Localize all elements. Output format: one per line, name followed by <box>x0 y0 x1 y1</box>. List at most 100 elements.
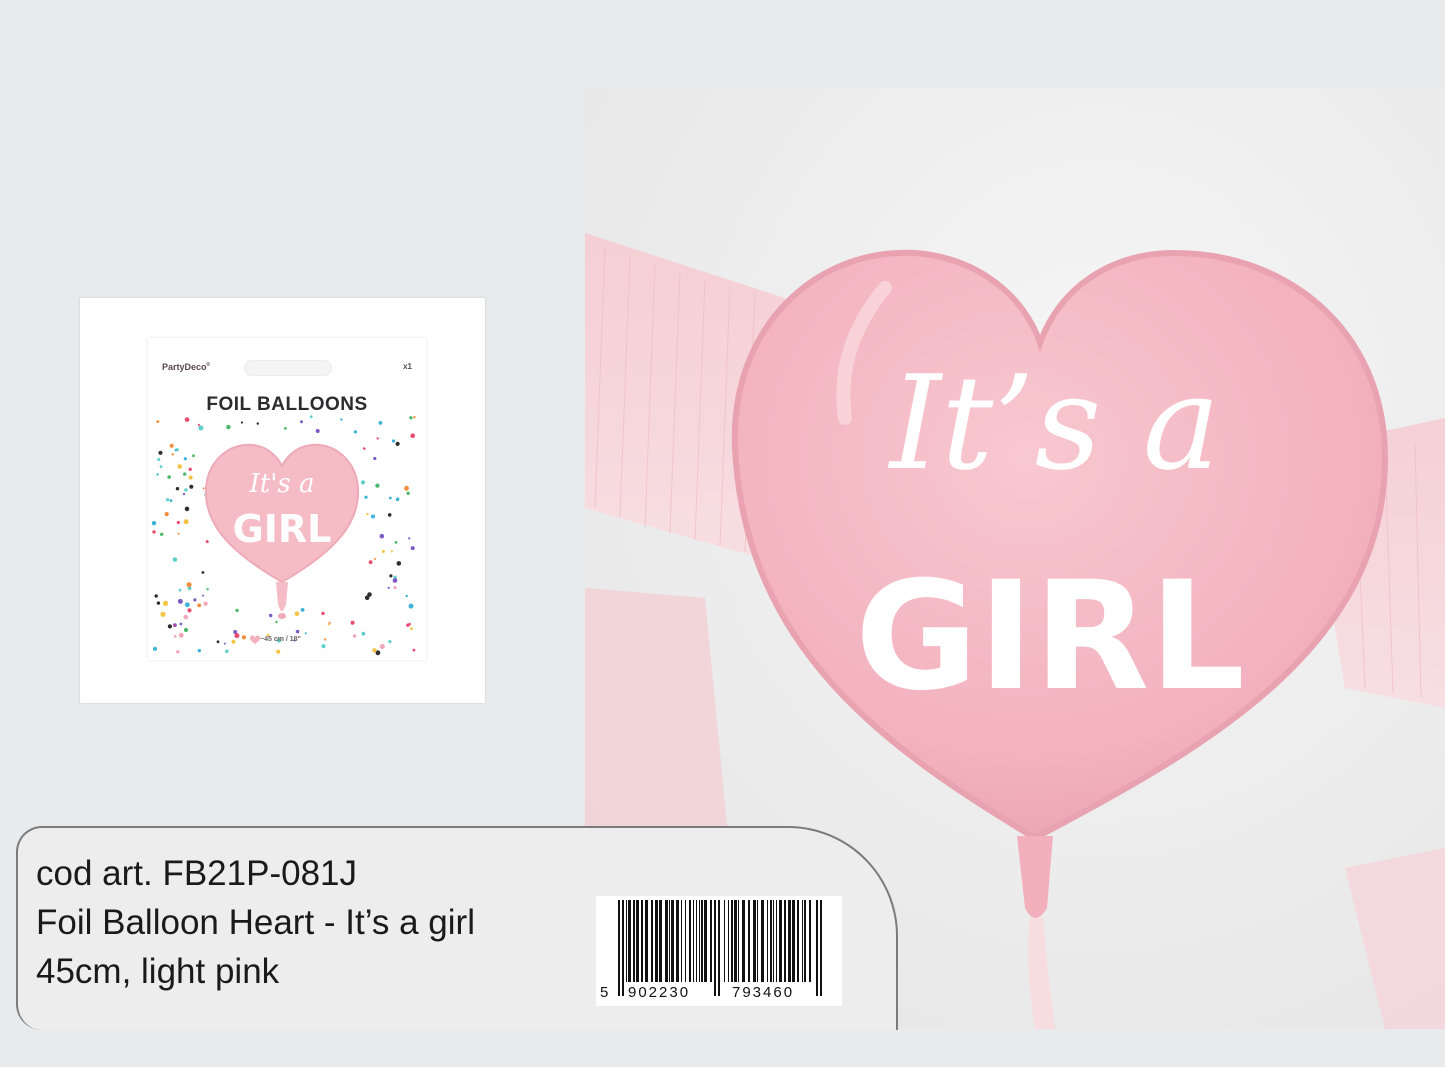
confetti-dot <box>192 454 195 458</box>
barcode-bar <box>788 900 791 982</box>
package-front: PartyDeco® x1 FOIL BALLOONS It's a GIRL … <box>148 338 426 660</box>
confetti-dot <box>225 649 229 654</box>
confetti-dot <box>410 433 416 438</box>
barcode-bar <box>669 900 670 982</box>
confetti-dot <box>198 425 204 431</box>
confetti-dot <box>152 530 156 534</box>
confetti-dot <box>183 457 187 461</box>
confetti-dot <box>176 520 180 525</box>
confetti-dot <box>381 550 385 553</box>
confetti-dot <box>408 537 411 540</box>
confetti-dot <box>276 649 281 654</box>
barcode-bar <box>618 900 620 996</box>
barcode-bar <box>676 900 679 982</box>
package-thumbnail[interactable]: PartyDeco® x1 FOIL BALLOONS It's a GIRL … <box>80 298 485 703</box>
barcode-bar <box>671 900 674 982</box>
confetti-dot <box>216 640 220 644</box>
mini-balloon-script: It's a <box>249 469 315 499</box>
confetti-dot <box>368 560 373 565</box>
barcode-bar <box>770 900 772 982</box>
confetti-dot <box>158 450 163 455</box>
barcode-bar <box>802 900 803 982</box>
confetti-dot <box>177 532 180 535</box>
confetti-dot <box>410 546 415 551</box>
confetti-dot <box>188 475 193 480</box>
confetti-dot <box>172 557 178 562</box>
barcode-bar <box>693 900 694 982</box>
confetti-dot <box>372 648 377 653</box>
confetti-dot <box>300 420 303 424</box>
barcode-bar <box>685 900 686 982</box>
confetti-dot <box>392 578 398 583</box>
barcode-bar <box>724 900 725 982</box>
barcode-bar <box>792 900 795 982</box>
barcode-bar <box>696 900 697 982</box>
barcode-bar <box>622 900 624 996</box>
confetti-dot <box>173 624 176 627</box>
confetti-dot <box>406 491 410 495</box>
confetti-dot <box>183 627 189 633</box>
confetti-dot <box>157 458 161 461</box>
barcode-first-digit: 5 <box>600 984 609 1001</box>
barcode-bar <box>734 900 737 982</box>
confetti-dot <box>160 611 166 617</box>
confetti-dot <box>197 648 201 653</box>
barcode-bar <box>779 900 782 982</box>
product-spec: 45cm, light pink <box>36 952 280 991</box>
balloon-script-text: It’s a <box>888 347 1220 499</box>
confetti-dot <box>186 582 192 588</box>
confetti-dot <box>387 586 390 589</box>
barcode-bar <box>748 900 750 982</box>
confetti-dot <box>394 541 398 544</box>
confetti-dot <box>375 483 380 488</box>
confetti-dot <box>160 532 164 536</box>
confetti-dot <box>184 602 190 608</box>
barcode-bar <box>728 900 729 982</box>
confetti-dot <box>234 633 240 639</box>
confetti-dot <box>176 650 180 654</box>
confetti-dot <box>178 632 184 638</box>
confetti-dot <box>153 646 157 651</box>
barcode: 5 902230 793460 <box>596 896 842 1006</box>
confetti-dot <box>388 496 392 500</box>
barcode-bar <box>636 900 639 982</box>
confetti-dot <box>404 485 409 491</box>
confetti-dot <box>364 595 370 600</box>
confetti-dot <box>390 550 393 553</box>
confetti-dot <box>389 574 393 578</box>
confetti-dot <box>175 487 180 491</box>
confetti-dot <box>387 513 392 517</box>
confetti-dot <box>188 467 192 471</box>
confetti-dot <box>223 642 226 645</box>
barcode-left-group: 902230 <box>628 984 691 1001</box>
barcode-bar <box>655 900 658 982</box>
confetti-dot <box>304 632 307 635</box>
barcode-bar <box>809 900 811 982</box>
confetti-dot <box>241 635 246 640</box>
hang-hole <box>244 360 332 376</box>
confetti-dot <box>374 558 376 560</box>
confetti-dot <box>177 464 182 469</box>
confetti-dot <box>197 423 200 426</box>
confetti-dot <box>178 588 182 592</box>
confetti-dot <box>395 441 400 446</box>
confetti-dot <box>371 514 375 519</box>
product-name: Foil Balloon Heart - It’s a girl <box>36 903 475 942</box>
confetti-dot <box>393 586 397 590</box>
confetti-dot <box>413 416 416 419</box>
barcode-bar <box>742 900 745 982</box>
mini-balloon-bold: GIRL <box>233 507 332 551</box>
confetti-dot <box>184 506 190 512</box>
confetti-dot <box>378 421 383 425</box>
confetti-dot <box>373 456 377 461</box>
confetti-dot <box>412 648 416 652</box>
confetti-dot <box>156 601 161 605</box>
brand-logo: PartyDeco® <box>162 362 211 372</box>
barcode-bar <box>699 900 700 982</box>
confetti-dot <box>321 644 326 649</box>
confetti-dot <box>167 475 171 479</box>
barcode-bar <box>797 900 799 982</box>
confetti-dot <box>184 488 188 492</box>
confetti-dot <box>364 495 368 499</box>
barcode-bar <box>645 900 648 982</box>
